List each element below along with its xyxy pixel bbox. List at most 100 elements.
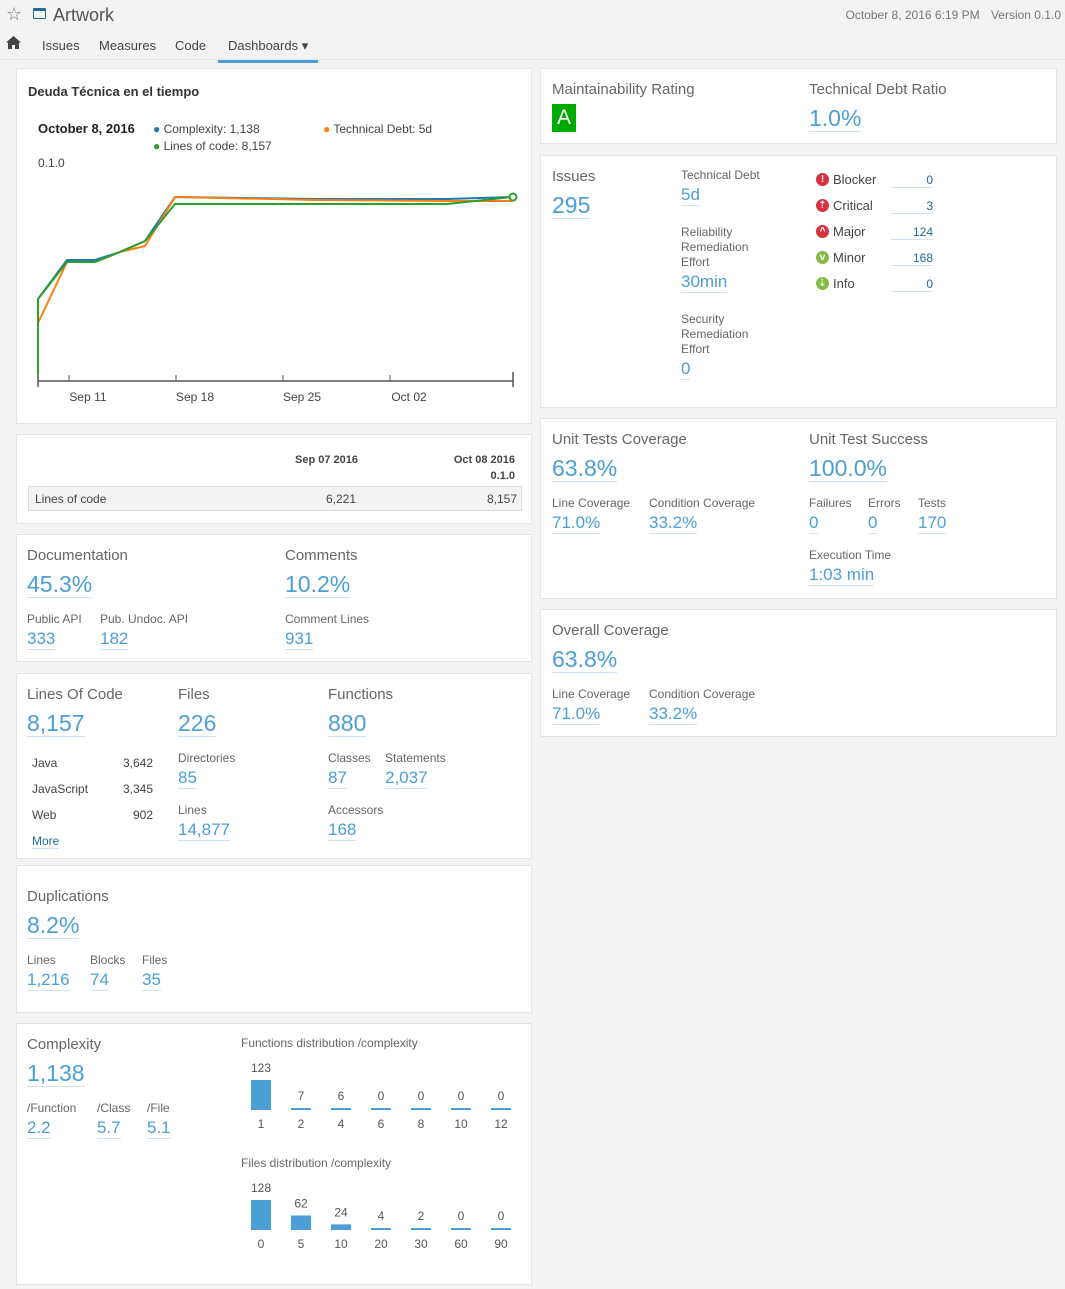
lines-value[interactable]: 14,877 — [178, 820, 230, 841]
security-value[interactable]: 0 — [681, 359, 691, 380]
duplications-widget: Duplications 8.2% Lines 1,216 Blocks 74 … — [16, 865, 532, 1013]
security-label-2: Remediation — [681, 327, 749, 341]
dup-blocks-label: Blocks — [90, 953, 126, 967]
dist-category-label: 5 — [298, 1237, 305, 1251]
statements-value[interactable]: 2,037 — [385, 768, 428, 789]
language-name: Web — [32, 808, 57, 822]
star-icon[interactable]: ☆ — [6, 4, 22, 25]
duplications-value[interactable]: 8.2% — [27, 912, 80, 939]
more-languages-link[interactable]: More — [32, 834, 60, 849]
dist-bar — [371, 1228, 391, 1230]
overall-line-coverage-value[interactable]: 71.0% — [552, 704, 601, 725]
reliability-value[interactable]: 30min — [681, 272, 728, 293]
dist-bar — [411, 1228, 431, 1230]
file-dist-title: Files distribution /complexity — [241, 1156, 392, 1170]
maintainability-rating-badge[interactable]: A — [552, 104, 576, 132]
dist-value-label: 0 — [458, 1089, 465, 1103]
severity-name: Minor — [833, 250, 866, 265]
issues-value[interactable]: 295 — [552, 192, 591, 219]
timeline-chart[interactable]: Sep 11 Sep 18 Sep 25 Oct 02 — [17, 69, 531, 423]
unit-tests-coverage-value[interactable]: 63.8% — [552, 455, 618, 482]
dist-category-label: 10 — [334, 1237, 348, 1251]
per-function-value[interactable]: 2.2 — [27, 1118, 51, 1139]
x-tick-label: Oct 02 — [391, 390, 427, 404]
reliability-label-1: Reliability — [681, 225, 733, 239]
overall-condition-coverage-value[interactable]: 33.2% — [649, 704, 698, 725]
dup-files-value[interactable]: 35 — [142, 970, 161, 991]
complexity-value[interactable]: 1,138 — [27, 1060, 85, 1087]
line-coverage-value[interactable]: 71.0% — [552, 513, 601, 534]
severity-value[interactable]: 3 — [891, 199, 933, 214]
col-header-oct08: Oct 08 2016 — [453, 454, 515, 466]
tech-debt-value[interactable]: 5d — [681, 185, 700, 206]
overall-line-coverage-label: Line Coverage — [552, 687, 631, 701]
overall-coverage-value[interactable]: 63.8% — [552, 646, 618, 673]
row-value-oct08: 8,157 — [486, 492, 517, 506]
severity-value[interactable]: 124 — [891, 225, 933, 240]
classes-value[interactable]: 87 — [328, 768, 347, 789]
per-class-value[interactable]: 5.7 — [97, 1118, 121, 1139]
tests-value[interactable]: 170 — [918, 513, 947, 534]
debt-ratio-value[interactable]: 1.0% — [809, 105, 862, 132]
tests-widget: Unit Tests Coverage 63.8% Line Coverage … — [540, 418, 1057, 599]
unit-test-success-value[interactable]: 100.0% — [809, 455, 888, 482]
security-label-3: Effort — [681, 342, 710, 356]
dist-bar — [491, 1108, 511, 1110]
project-name[interactable]: Artwork — [53, 5, 114, 26]
dup-lines-value[interactable]: 1,216 — [27, 970, 70, 991]
failures-value[interactable]: 0 — [809, 513, 819, 534]
loc-label: Lines Of Code — [27, 686, 123, 703]
undoc-api-value[interactable]: 182 — [100, 629, 129, 650]
overall-coverage-widget: Overall Coverage 63.8% Line Coverage 71.… — [540, 609, 1057, 737]
loc-value[interactable]: 8,157 — [27, 710, 85, 737]
execution-time-value[interactable]: 1:03 min — [809, 565, 875, 586]
project-meta: October 8, 2016 6:19 PM Version 0.1.0 — [838, 8, 1062, 22]
language-name: Java — [32, 756, 58, 770]
severity-value[interactable]: 0 — [891, 277, 933, 292]
severity-value[interactable]: 0 — [891, 173, 933, 188]
dist-value-label: 0 — [418, 1089, 425, 1103]
accessors-value[interactable]: 168 — [328, 820, 357, 841]
dist-value-label: 7 — [298, 1089, 305, 1103]
files-value[interactable]: 226 — [178, 710, 217, 737]
undoc-api-label: Pub. Undoc. API — [100, 612, 189, 626]
per-file-value[interactable]: 5.1 — [147, 1118, 171, 1139]
dup-blocks-value[interactable]: 74 — [90, 970, 109, 991]
func-distribution-chart[interactable]: 123 1 7 2 6 4 0 6 0 8 0 10 0 12 — [241, 1052, 531, 1142]
dist-category-label: 12 — [494, 1117, 508, 1131]
errors-value[interactable]: 0 — [868, 513, 878, 534]
condition-coverage-value[interactable]: 33.2% — [649, 513, 698, 534]
nav-code[interactable]: Code — [175, 38, 206, 53]
duplications-label: Duplications — [27, 888, 109, 905]
directories-value[interactable]: 85 — [178, 768, 197, 789]
last-point-marker — [508, 192, 518, 202]
lines-label: Lines — [178, 803, 207, 817]
x-tick-label: Sep 25 — [283, 390, 321, 404]
dist-category-label: 1 — [258, 1117, 265, 1131]
functions-value[interactable]: 880 — [328, 710, 367, 737]
documentation-value[interactable]: 45.3% — [27, 571, 93, 598]
public-api-label: Public API — [27, 612, 82, 626]
dist-value-label: 4 — [378, 1209, 385, 1223]
comments-value[interactable]: 10.2% — [285, 571, 351, 598]
home-icon[interactable] — [6, 36, 21, 54]
public-api-value[interactable]: 333 — [27, 629, 56, 650]
per-file-label: /File — [147, 1101, 170, 1115]
dist-category-label: 2 — [298, 1117, 305, 1131]
debt-ratio-label: Technical Debt Ratio — [809, 81, 947, 98]
severity-value[interactable]: 168 — [891, 251, 933, 266]
dup-lines-label: Lines — [27, 953, 56, 967]
dist-value-label: 0 — [498, 1089, 505, 1103]
nav-issues[interactable]: Issues — [42, 38, 80, 53]
execution-time-label: Execution Time — [809, 548, 892, 562]
dist-bar — [411, 1108, 431, 1110]
security-label-1: Security — [681, 312, 725, 326]
nav-measures[interactable]: Measures — [99, 38, 156, 53]
history-table-widget: Sep 07 2016 Oct 08 2016 0.1.0 Lines of c… — [16, 434, 532, 524]
file-distribution-chart[interactable]: 128 0 62 5 24 10 4 20 2 30 0 60 0 90 — [241, 1172, 531, 1262]
unit-test-success-label: Unit Test Success — [809, 431, 928, 448]
dist-value-label: 0 — [498, 1209, 505, 1223]
comment-lines-value[interactable]: 931 — [285, 629, 314, 650]
nav-dashboards[interactable]: Dashboards ▾ — [218, 38, 319, 63]
col-header-sep07: Sep 07 2016 — [295, 454, 358, 466]
